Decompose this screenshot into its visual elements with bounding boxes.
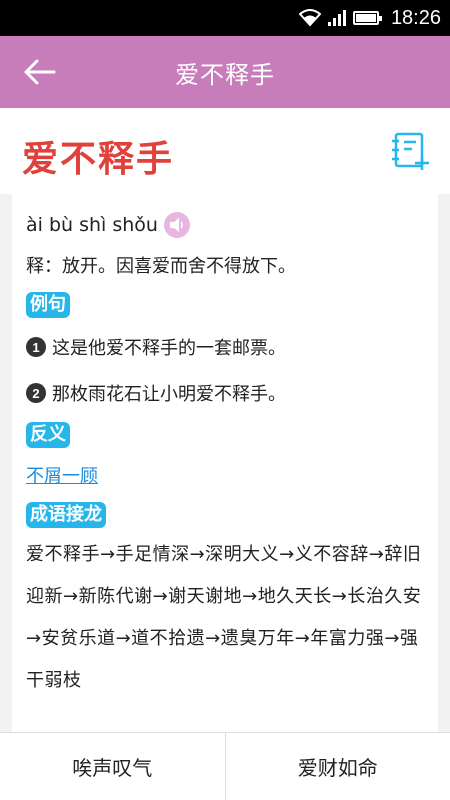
word-header: 爱不释手 [0, 108, 450, 194]
pinyin-text: ài bù shì shǒu [26, 214, 158, 236]
status-time: 18:26 [390, 6, 441, 29]
prev-idiom-button[interactable]: 唉声叹气 [0, 733, 225, 800]
battery-icon [352, 11, 382, 25]
speaker-icon[interactable] [163, 212, 190, 238]
example-item: 2 那枚雨花石让小明爱不释手。 [26, 376, 426, 410]
number-badge-icon: 1 [26, 337, 46, 357]
bottom-nav: 唉声叹气 爱财如命 [0, 732, 450, 800]
idiom-title: 爱不释手 [22, 139, 175, 180]
example-item: 1 这是他爱不释手的一套邮票。 [26, 330, 426, 364]
antonym-link[interactable]: 不屑一顾 [26, 462, 98, 488]
number-badge-icon: 2 [26, 383, 46, 403]
examples-tag: 例句 [26, 292, 70, 318]
back-arrow-icon[interactable] [22, 58, 58, 86]
pinyin-row: ài bù shì shǒu [26, 208, 426, 242]
example-text: 那枚雨花石让小明爱不释手。 [52, 384, 286, 405]
definition: 释：放开。因喜爱而舍不得放下。 [26, 256, 296, 277]
idiom-detail: ài bù shì shǒu 释：放开。因喜爱而舍不得放下。 例句 1 这是他爱… [12, 194, 438, 732]
add-to-notebook-icon[interactable] [390, 130, 432, 172]
wifi-icon [298, 9, 321, 27]
idiom-chain-text: 爱不释手→手足情深→深明大义→义不容辞→辞旧迎新→新陈代谢→谢天谢地→地久天长→… [26, 544, 422, 691]
example-text: 这是他爱不释手的一套邮票。 [52, 338, 286, 359]
next-idiom-button[interactable]: 爱财如命 [224, 733, 450, 800]
app-bar: 爱不释手 [0, 36, 450, 108]
page-title: 爱不释手 [175, 60, 275, 89]
antonym-tag: 反义 [26, 422, 70, 448]
status-bar: 18:26 [0, 0, 450, 36]
signal-icon [327, 10, 346, 26]
idiom-chain-tag: 成语接龙 [26, 502, 106, 528]
status-icons: 18:26 [298, 6, 441, 30]
